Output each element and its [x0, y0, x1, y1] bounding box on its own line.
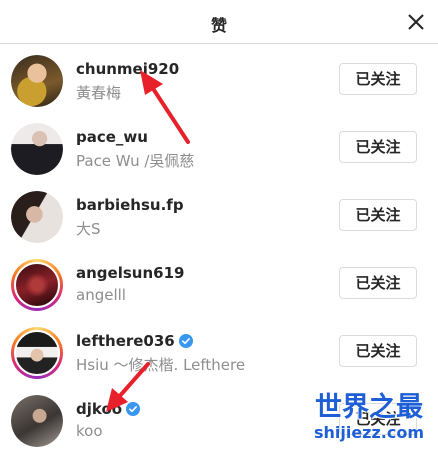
likes-header: 赞: [0, 0, 438, 44]
verified-badge-icon: [126, 402, 141, 416]
following-button[interactable]: 已关注: [339, 335, 417, 367]
list-item: pace_wu Pace Wu /吳佩慈 已关注: [0, 115, 438, 183]
username[interactable]: djkoo: [76, 399, 141, 419]
fullname: 大S: [76, 220, 101, 238]
fullname: koo: [76, 422, 103, 440]
list-item: chunmei920 黃春梅 已关注: [0, 47, 438, 115]
close-icon[interactable]: [404, 10, 428, 34]
fullname: Hsiu 〜修杰楷. Lefthere: [76, 356, 246, 374]
avatar[interactable]: [11, 395, 63, 447]
avatar[interactable]: [11, 123, 63, 175]
fullname: angelll: [76, 286, 126, 304]
fullname: 黃春梅: [76, 84, 122, 102]
following-button[interactable]: 已关注: [339, 267, 417, 299]
following-button[interactable]: 已关注: [339, 63, 417, 95]
username[interactable]: angelsun619: [76, 263, 184, 283]
following-button[interactable]: 已关注: [339, 131, 417, 163]
verified-badge-icon: [178, 334, 193, 348]
watermark-title: 世界之最: [315, 392, 423, 423]
fullname: Pace Wu /吳佩慈: [76, 152, 195, 170]
avatar[interactable]: [11, 259, 63, 311]
username[interactable]: barbiehsu.fp: [76, 195, 184, 215]
list-item: lefthere036 Hsiu 〜修杰楷. Lefthere 已关注: [0, 319, 438, 387]
username[interactable]: chunmei920: [76, 59, 179, 79]
following-button[interactable]: 已关注: [339, 199, 417, 231]
avatar[interactable]: [11, 55, 63, 107]
list-item: angelsun619 angelll 已关注: [0, 251, 438, 319]
avatar[interactable]: [11, 191, 63, 243]
page-title: 赞: [210, 16, 227, 35]
watermark: 世界之最 shijiezz.com: [308, 392, 430, 442]
username[interactable]: lefthere036: [76, 331, 245, 351]
avatar[interactable]: [11, 327, 63, 379]
watermark-url: shijiezz.com: [313, 423, 425, 442]
list-item: barbiehsu.fp 大S 已关注: [0, 183, 438, 251]
username[interactable]: pace_wu: [76, 127, 194, 147]
